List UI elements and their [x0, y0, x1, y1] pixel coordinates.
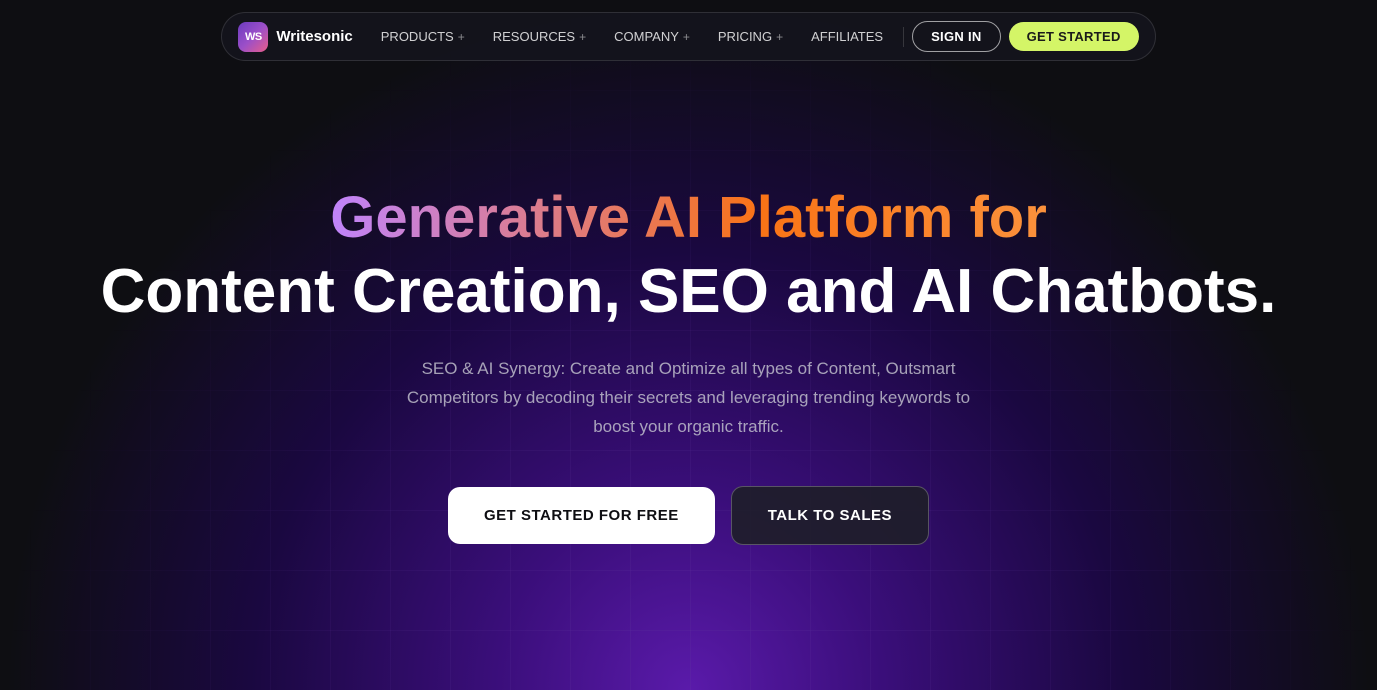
nav-item-affiliates[interactable]: AFFILIATES: [799, 23, 895, 50]
company-plus-icon: +: [683, 30, 690, 44]
page-wrapper: WS Writesonic PRODUCTS + RESOURCES + COM…: [0, 0, 1377, 690]
signin-button[interactable]: SIGN IN: [912, 21, 1001, 52]
brand-name: Writesonic: [276, 28, 352, 45]
get-started-free-button[interactable]: GET STARTED FOR FREE: [448, 487, 715, 544]
brand-logo-link[interactable]: WS Writesonic: [238, 22, 352, 52]
hero-section: Generative AI Platform for Content Creat…: [0, 0, 1377, 690]
hero-buttons: GET STARTED FOR FREE TALK TO SALES: [448, 486, 929, 545]
nav-divider: [903, 27, 904, 47]
resources-plus-icon: +: [579, 30, 586, 44]
pricing-plus-icon: +: [776, 30, 783, 44]
nav-item-pricing[interactable]: PRICING +: [706, 23, 795, 50]
talk-to-sales-button[interactable]: TALK TO SALES: [731, 486, 929, 545]
nav-item-company[interactable]: COMPANY +: [602, 23, 702, 50]
navbar-inner: WS Writesonic PRODUCTS + RESOURCES + COM…: [221, 12, 1155, 61]
hero-title-line2: Content Creation, SEO and AI Chatbots.: [101, 256, 1277, 327]
products-plus-icon: +: [458, 30, 465, 44]
nav-getstarted-button[interactable]: GET STARTED: [1009, 22, 1139, 51]
nav-item-products[interactable]: PRODUCTS +: [369, 23, 477, 50]
navbar: WS Writesonic PRODUCTS + RESOURCES + COM…: [0, 0, 1377, 73]
hero-subtitle: SEO & AI Synergy: Create and Optimize al…: [399, 355, 979, 442]
nav-item-resources[interactable]: RESOURCES +: [481, 23, 598, 50]
brand-logo-text: WS: [245, 31, 262, 43]
hero-title-line1: Generative AI Platform for: [330, 185, 1047, 252]
brand-logo-icon: WS: [238, 22, 268, 52]
